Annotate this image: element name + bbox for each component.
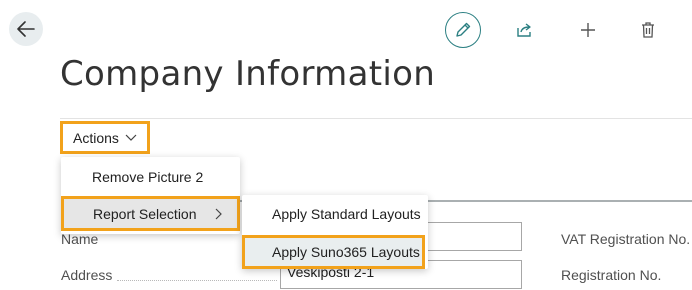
actions-label: Actions	[73, 129, 119, 146]
registration-label: Registration No.	[561, 267, 662, 283]
arrow-left-icon	[17, 21, 35, 37]
menu-item-label: Apply Standard Layouts	[272, 206, 421, 222]
share-button[interactable]	[510, 15, 540, 45]
menu-item-label: Apply Suno365 Layouts	[272, 244, 420, 260]
page-title: Company Information	[60, 54, 436, 94]
trash-icon	[642, 22, 654, 38]
menu-item-apply-standard-layouts[interactable]: Apply Standard Layouts	[242, 198, 428, 230]
delete-button[interactable]	[633, 15, 663, 45]
new-button[interactable]	[573, 15, 603, 45]
menu-item-report-selection[interactable]: Report Selection	[61, 196, 240, 231]
pencil-icon	[456, 22, 471, 37]
chevron-down-icon	[125, 134, 137, 141]
back-button[interactable]	[9, 12, 43, 46]
menu-item-remove-picture[interactable]: Remove Picture 2	[61, 162, 240, 192]
menu-item-label: Report Selection	[93, 205, 197, 222]
address-label: Address	[61, 267, 113, 283]
vat-label: VAT Registration No.	[561, 231, 691, 247]
menu-item-label: Remove Picture 2	[92, 169, 204, 185]
menu-item-apply-suno365-layouts[interactable]: Apply Suno365 Layouts	[242, 235, 425, 269]
actions-button[interactable]: Actions	[60, 121, 150, 154]
action-bar-divider	[60, 118, 692, 119]
chevron-right-icon	[215, 208, 222, 220]
address-dots	[117, 279, 277, 281]
plus-icon	[581, 23, 595, 37]
edit-button[interactable]	[445, 12, 481, 48]
share-icon	[517, 23, 531, 37]
